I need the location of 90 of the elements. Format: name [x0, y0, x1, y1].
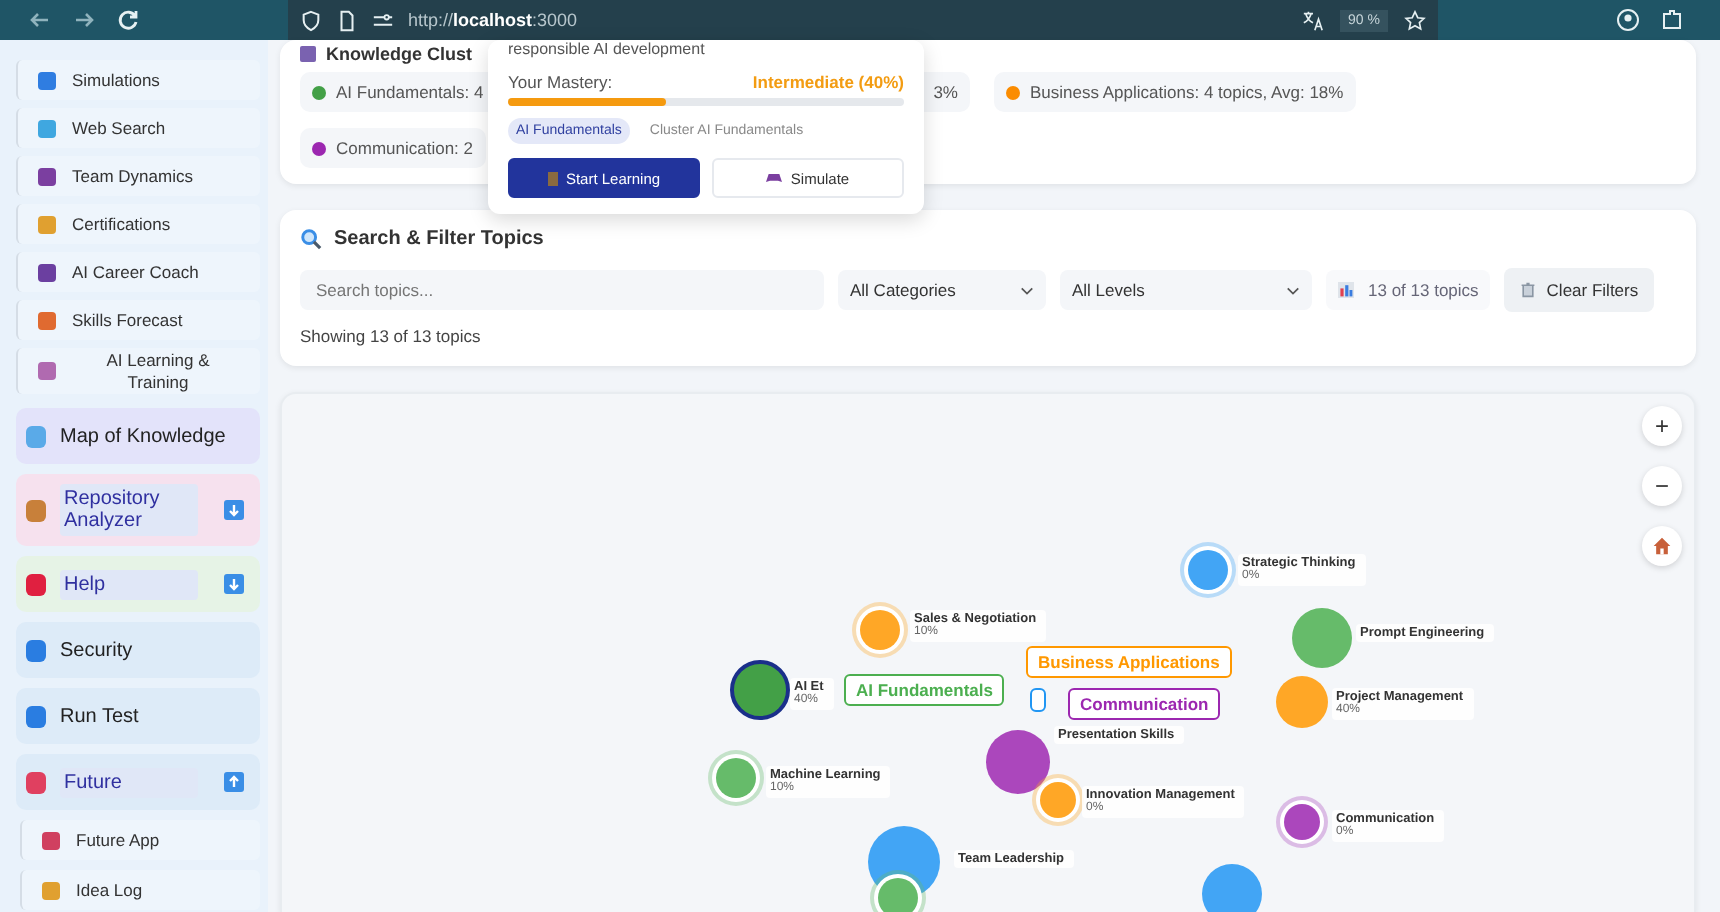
sidebar-section[interactable]: Future — [16, 754, 260, 811]
toggle-icon[interactable] — [224, 500, 244, 521]
extension-icon[interactable] — [1660, 8, 1684, 32]
sidebar-icon — [42, 881, 60, 900]
sidebar-item[interactable]: AI Career Coach — [16, 252, 260, 292]
house-icon — [1652, 536, 1672, 556]
toggle-icon[interactable] — [224, 772, 244, 793]
toggle-icon[interactable] — [224, 574, 244, 595]
topic-node[interactable] — [1188, 550, 1228, 590]
cluster-label[interactable]: Communication — [1068, 688, 1221, 720]
card-title: Search & Filter Topics — [334, 228, 544, 250]
topic-node[interactable] — [1292, 608, 1352, 668]
topic-node[interactable] — [1202, 864, 1262, 912]
topic-node[interactable] — [860, 610, 900, 650]
sidebar-item[interactable]: AI Learning & Training — [16, 348, 260, 395]
sidebar-item[interactable]: Web Search — [16, 108, 260, 148]
section-label: Security — [60, 639, 135, 662]
sidebar-icon — [38, 263, 56, 281]
cluster-chip[interactable]: Communication: 2 — [300, 128, 486, 168]
section-icon — [26, 771, 46, 794]
results-summary: Showing 13 of 13 topics — [300, 326, 483, 346]
sidebar-icon — [38, 119, 56, 137]
chip-text: Business Applications: 4 topics, Avg: 18% — [1030, 82, 1344, 102]
section-label: Repository Analyzer — [60, 484, 198, 537]
sidebar-item[interactable]: Team Dynamics — [16, 156, 260, 196]
search-field[interactable]: Search topics... — [300, 270, 824, 310]
sidebar-icon — [38, 215, 56, 233]
sidebar-section[interactable]: Repository Analyzer — [16, 474, 260, 547]
sidebar-section[interactable]: Security — [16, 622, 260, 679]
section-label: Help — [60, 569, 198, 600]
zoom-in-button[interactable]: + — [1642, 406, 1682, 446]
section-icon — [26, 639, 46, 662]
sidebar-item[interactable]: Future App — [20, 820, 260, 861]
sidebar-item[interactable]: Skills Forecast — [16, 300, 260, 340]
reload-icon[interactable] — [116, 8, 140, 32]
chip-text: AI Fundamentals: 4 — [336, 82, 484, 102]
sidebar-icon — [38, 362, 56, 381]
section-label: Map of Knowledge — [60, 425, 228, 448]
star-icon[interactable] — [1404, 9, 1426, 31]
sidebar-icon — [38, 167, 56, 185]
category-select[interactable]: All Categories — [838, 270, 1046, 310]
section-icon — [26, 499, 46, 522]
cluster-marker[interactable] — [1030, 688, 1046, 712]
sidebar-icon — [38, 71, 56, 89]
home-button[interactable] — [1642, 526, 1682, 566]
cluster-icon — [300, 46, 316, 62]
trash-icon — [1520, 282, 1537, 298]
topic-description: responsible AI development — [508, 40, 707, 58]
search-icon — [300, 228, 322, 250]
chevron-icon — [1020, 285, 1034, 295]
page-icon — [336, 9, 358, 31]
topic-node[interactable] — [716, 758, 756, 798]
chevron-icon — [1286, 285, 1300, 295]
account-icon[interactable] — [1616, 8, 1640, 32]
sidebar-item[interactable]: Certifications — [16, 204, 260, 244]
topic-node[interactable] — [1284, 804, 1320, 840]
topic-node[interactable] — [1276, 676, 1328, 728]
chart-icon — [1338, 282, 1354, 298]
topic-count: 13 of 13 topics — [1368, 280, 1479, 300]
sidebar-icon — [38, 311, 56, 329]
topic-node[interactable] — [1040, 782, 1076, 818]
sidebar-section[interactable]: Run Test — [16, 688, 260, 745]
sidebar-section[interactable]: Map of Knowledge — [16, 408, 260, 465]
section-icon — [26, 573, 46, 596]
cluster-chip[interactable]: Business Applications: 4 topics, Avg: 18% — [994, 72, 1356, 112]
mastery-value: Intermediate (40%) — [752, 72, 904, 92]
sidebar-item[interactable]: Idea Log — [20, 870, 260, 911]
mastery-label: Your Mastery: — [508, 72, 613, 92]
permissions-icon — [372, 9, 394, 31]
section-label: Future — [60, 767, 198, 798]
sidebar-item[interactable]: Simulations — [16, 60, 260, 100]
section-label: Run Test — [60, 705, 141, 728]
topic-node[interactable] — [986, 730, 1050, 794]
back-icon[interactable] — [28, 8, 52, 32]
level-select[interactable]: All Levels — [1060, 270, 1312, 310]
card-title: Knowledge Clust — [326, 44, 473, 64]
chip-text: Communication: 2 — [336, 138, 474, 158]
section-icon — [26, 705, 46, 728]
translate-icon[interactable] — [1302, 9, 1325, 31]
topic-node[interactable] — [878, 878, 918, 912]
forward-icon[interactable] — [72, 8, 96, 32]
sidebar-section[interactable]: Help — [16, 556, 260, 613]
topic-node[interactable] — [730, 660, 790, 720]
section-icon — [26, 425, 46, 448]
sidebar-icon — [42, 831, 60, 850]
clear-filters-button[interactable]: Clear Filters — [1504, 268, 1655, 312]
zoom-out-button[interactable]: − — [1642, 466, 1682, 506]
shield-icon — [300, 9, 322, 31]
url-text: http://localhost:3000 — [408, 10, 578, 30]
chip-text: 3% — [933, 82, 958, 102]
